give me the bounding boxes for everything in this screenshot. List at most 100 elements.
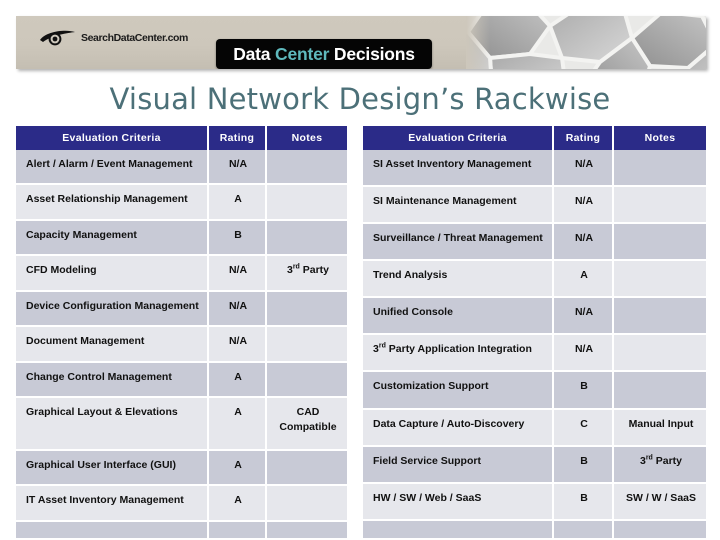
cell-rating: N/A <box>208 326 267 363</box>
cell-notes: Manual Input <box>613 408 706 447</box>
cell-criteria: Field Service Support <box>363 445 554 484</box>
cell-rating: A <box>208 485 267 522</box>
table-row <box>363 519 706 540</box>
cell-criteria: Capacity Management <box>16 219 209 257</box>
table-row <box>16 520 347 540</box>
brand-word-center: Center <box>275 43 330 64</box>
cell-criteria: Device Configuration Management <box>16 290 209 328</box>
cell-criteria: CFD Modeling <box>16 255 209 292</box>
table-row: Asset Relationship Management A <box>16 184 347 221</box>
cell-notes <box>266 326 347 363</box>
cell-notes: SW / W / SaaS <box>613 482 706 521</box>
eye-icon <box>40 30 75 46</box>
table-body-right: SI Asset Inventory Management N/A SI Maint… <box>363 150 706 540</box>
cell-criteria: Unified Console <box>363 297 554 336</box>
cell-rating: B <box>553 371 614 410</box>
logo-text: SearchDataCenter.com <box>81 32 188 44</box>
table-row: Graphical User Interface (GUI) A <box>16 449 347 487</box>
cell-rating: N/A <box>553 297 614 336</box>
brand-wordmark: Data Center Decisions <box>233 44 415 65</box>
col-header-criteria: Evaluation Criteria <box>16 126 209 150</box>
hexagon-pattern-icon <box>466 16 706 69</box>
table-row: Surveillance / Threat Management N/A <box>363 223 706 262</box>
hexagon-pattern-decoration <box>466 16 706 69</box>
cell-rating: N/A <box>553 334 614 373</box>
cell-criteria: Customization Support <box>363 371 554 410</box>
table-row: Unified Console N/A <box>363 297 706 336</box>
cell-notes: 3rd Party <box>613 445 706 484</box>
cell-criteria: Change Control Management <box>16 361 209 399</box>
table-row: Graphical Layout & Elevations A CAD Compat… <box>16 397 347 451</box>
table-row: 3rd Party Application Integration N/A <box>363 334 706 373</box>
table-row: Document Management N/A <box>16 326 347 363</box>
cell-criteria: Surveillance / Threat Management <box>363 223 554 262</box>
cell-criteria: Alert / Alarm / Event Management <box>16 150 209 186</box>
table-body-left: Alert / Alarm / Event Management N/A Asset… <box>16 150 347 540</box>
table-row: SI Asset Inventory Management N/A <box>363 150 706 187</box>
cell-criteria <box>16 520 209 540</box>
table-row: SI Maintenance Management N/A <box>363 185 706 225</box>
cell-rating: B <box>208 219 267 257</box>
cell-criteria: Document Management <box>16 326 209 363</box>
table-row: HW / SW / Web / SaaS B SW / W / SaaS <box>363 482 706 521</box>
cell-criteria: SI Maintenance Management <box>363 185 554 225</box>
site-banner: SearchDataCenter.com Data Center Decisio… <box>16 16 706 69</box>
table-row: Data Capture / Auto-Discovery C Manual Inp… <box>363 408 706 447</box>
searchdatacenter-logo: SearchDataCenter.com <box>38 29 188 47</box>
cell-criteria: SI Asset Inventory Management <box>363 150 554 187</box>
brand-word-data: Data <box>233 43 271 64</box>
col-header-notes: Notes <box>266 126 347 150</box>
cell-notes <box>266 150 347 186</box>
page-title: Visual Network Design’s Rackwise <box>109 82 611 116</box>
table-row: CFD Modeling N/A 3rd Party <box>16 255 347 292</box>
cell-rating: N/A <box>208 255 267 292</box>
table-row: IT Asset Inventory Management A <box>16 485 347 522</box>
table-row: Field Service Support B 3rd Party <box>363 445 706 484</box>
cell-rating <box>553 519 614 540</box>
evaluation-table-left: Evaluation Criteria Rating Notes Alert /… <box>16 126 347 540</box>
cell-notes <box>266 485 347 522</box>
cell-criteria: Graphical User Interface (GUI) <box>16 449 209 487</box>
cell-notes <box>613 519 706 540</box>
evaluation-table-right: Evaluation Criteria Rating Notes SI Asse… <box>363 126 706 540</box>
cell-rating: N/A <box>208 150 267 186</box>
cell-notes <box>266 290 347 328</box>
table-header-row: Evaluation Criteria Rating Notes <box>363 126 706 150</box>
cell-criteria: 3rd Party Application Integration <box>363 334 554 373</box>
col-header-rating: Rating <box>208 126 267 150</box>
brand-word-decisions: Decisions <box>333 43 415 64</box>
cell-notes <box>266 449 347 487</box>
cell-notes <box>613 297 706 336</box>
cell-rating: N/A <box>208 290 267 328</box>
table-header-row: Evaluation Criteria Rating Notes <box>16 126 347 150</box>
cell-rating <box>208 520 267 540</box>
table-row: Device Configuration Management N/A <box>16 290 347 328</box>
cell-notes <box>613 223 706 262</box>
cell-criteria: Asset Relationship Management <box>16 184 209 221</box>
cell-notes: 3rd Party <box>266 255 347 292</box>
cell-rating: A <box>208 449 267 487</box>
cell-notes <box>613 371 706 410</box>
cell-notes: CAD Compatible <box>266 397 347 451</box>
col-header-criteria: Evaluation Criteria <box>363 126 554 150</box>
cell-criteria: HW / SW / Web / SaaS <box>363 482 554 521</box>
cell-notes <box>613 334 706 373</box>
cell-notes <box>266 361 347 399</box>
cell-rating: A <box>208 361 267 399</box>
cell-rating: B <box>553 482 614 521</box>
cell-rating: A <box>553 260 614 299</box>
table-row: Trend Analysis A <box>363 260 706 299</box>
cell-rating: N/A <box>553 150 614 187</box>
cell-notes <box>266 219 347 257</box>
comparison-tables: Evaluation Criteria Rating Notes Alert /… <box>16 126 706 540</box>
table-row: Capacity Management B <box>16 219 347 257</box>
cell-notes <box>266 184 347 221</box>
table-row: Customization Support B <box>363 371 706 410</box>
table-row: Change Control Management A <box>16 361 347 399</box>
table-row: Alert / Alarm / Event Management N/A <box>16 150 347 186</box>
cell-criteria: Trend Analysis <box>363 260 554 299</box>
cell-criteria: Graphical Layout & Elevations <box>16 397 209 451</box>
cell-rating: A <box>208 184 267 221</box>
cell-criteria: IT Asset Inventory Management <box>16 485 209 522</box>
cell-criteria <box>363 519 554 540</box>
